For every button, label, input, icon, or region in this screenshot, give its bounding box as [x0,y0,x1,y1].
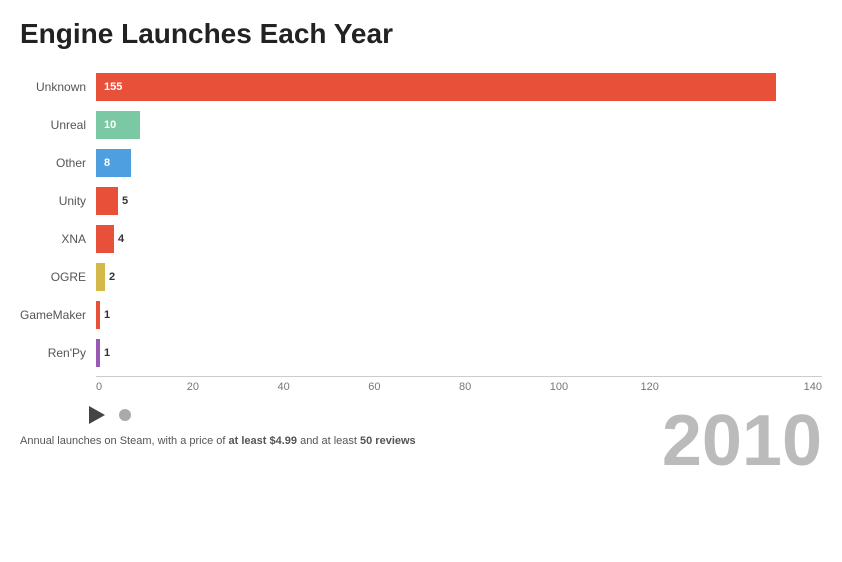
timeline-dot[interactable] [119,409,131,421]
bar-unity [96,187,118,215]
y-label-other: Other [56,144,90,182]
main-container: Engine Launches Each Year UnknownUnrealO… [0,0,842,562]
bar-row-xna: 4 [96,220,822,258]
year-label: 2010 [662,400,822,482]
bar-row-ren'py: 1 [96,334,822,372]
bar-row-unity: 5 [96,182,822,220]
bars-and-axes: 15510854211 020406080100120140 [96,68,822,393]
bars-container: 15510854211 [96,68,822,372]
y-label-ogre: OGRE [51,258,90,296]
bar-row-other: 8 [96,144,822,182]
x-tick-7: 140 [731,381,822,393]
bar-ogre [96,263,105,291]
x-tick-6: 120 [641,381,732,393]
bar-xna [96,225,114,253]
bar-unreal: 10 [96,111,140,139]
x-tick-4: 80 [459,381,550,393]
bar-gamemaker [96,301,100,329]
y-label-ren'py: Ren'Py [48,334,90,372]
bar-unknown: 155 [96,73,776,101]
x-tick-0: 0 [96,381,187,393]
y-label-xna: XNA [61,220,90,258]
x-tick-5: 100 [550,381,641,393]
y-axis-labels: UnknownUnrealOtherUnityXNAOGREGameMakerR… [20,68,90,372]
bar-row-unreal: 10 [96,106,822,144]
play-icon [89,406,105,424]
play-button[interactable] [85,403,109,427]
footnote-bold2: 50 reviews [360,435,416,447]
x-tick-2: 40 [278,381,369,393]
chart-area: UnknownUnrealOtherUnityXNAOGREGameMakerR… [20,68,822,393]
y-label-gamemaker: GameMaker [20,296,90,334]
x-tick-3: 60 [368,381,459,393]
y-label-unreal: Unreal [51,106,90,144]
footnote-bold1: at least $4.99 [229,435,298,447]
y-label-unity: Unity [59,182,90,220]
bar-row-ogre: 2 [96,258,822,296]
chart-title: Engine Launches Each Year [20,18,822,50]
y-label-unknown: Unknown [36,68,90,106]
bar-other: 8 [96,149,131,177]
bar-row-unknown: 155 [96,68,822,106]
footnote-mid: and at least [297,435,360,447]
x-axis: 020406080100120140 [96,376,822,393]
bar-ren'py [96,339,100,367]
x-tick-1: 20 [187,381,278,393]
bar-row-gamemaker: 1 [96,296,822,334]
footnote-pre: Annual launches on Steam, with a price o… [20,435,229,447]
